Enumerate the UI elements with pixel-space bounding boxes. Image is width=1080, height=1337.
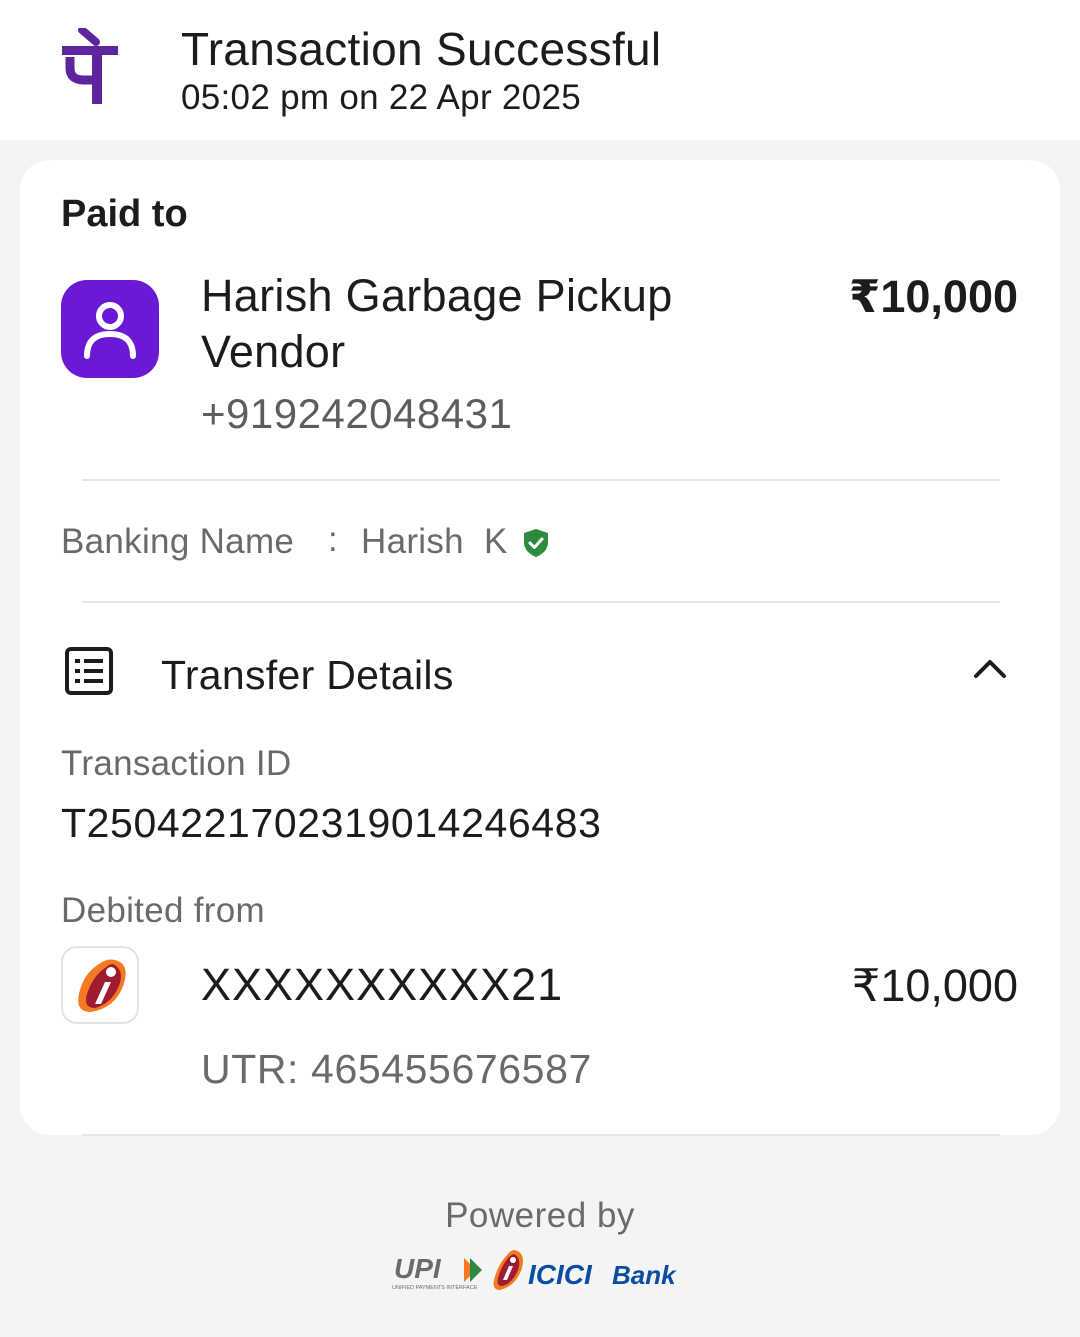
transaction-header: Transaction Successful 05:02 pm on 22 Ap…: [0, 0, 1080, 140]
phonepe-logo-icon: [62, 28, 118, 104]
payee-name: Harish Garbage Pickup Vendor: [201, 270, 673, 377]
person-icon: [84, 302, 136, 359]
banking-name-value: Harish K: [361, 522, 508, 561]
verified-shield-icon: [524, 529, 548, 557]
debit-account-number: XXXXXXXXXX21: [201, 959, 564, 1010]
transaction-status-title: Transaction Successful: [181, 23, 662, 75]
powered-by-label: Powered by: [445, 1196, 635, 1235]
payee-amount: ₹10,000: [849, 271, 1018, 322]
transfer-details-title[interactable]: Transfer Details: [161, 652, 454, 699]
divider: [82, 1134, 1000, 1136]
payee-phone: +919242048431: [201, 390, 513, 437]
chevron-up-icon[interactable]: [972, 656, 1008, 680]
paid-to-label: Paid to: [61, 193, 188, 235]
icici-bank-logo-icon: ICICI Bank: [493, 1250, 677, 1290]
upi-tagline-text: UNIFIED PAYMENTS INTERFACE: [392, 1285, 478, 1291]
utr-number[interactable]: UTR: 465455676587: [201, 1046, 592, 1093]
transaction-id-label: Transaction ID: [61, 744, 292, 783]
banking-name-separator: :: [328, 520, 338, 559]
icici-brand-text: ICICI: [528, 1259, 593, 1290]
receipt-list-icon: [65, 647, 113, 695]
upi-logo-icon: UPI UNIFIED PAYMENTS INTERFACE: [392, 1253, 482, 1291]
transaction-timestamp: 05:02 pm on 22 Apr 2025: [181, 78, 581, 117]
debit-amount: ₹10,000: [851, 960, 1018, 1011]
debited-from-label: Debited from: [61, 891, 265, 930]
divider: [82, 479, 1000, 481]
banking-name-label: Banking Name: [61, 522, 295, 561]
divider: [82, 601, 1000, 603]
upi-brand-text: UPI: [394, 1253, 442, 1284]
transaction-id-value[interactable]: T2504221702319014246483: [61, 800, 602, 847]
bank-brand-text: Bank: [612, 1260, 677, 1290]
transaction-details-card: Paid to Harish Garbage Pickup Vendor ₹10…: [20, 160, 1060, 1135]
bank-logo: [61, 946, 139, 1024]
icici-bank-icon: [78, 959, 126, 1012]
payee-avatar: [61, 280, 159, 378]
